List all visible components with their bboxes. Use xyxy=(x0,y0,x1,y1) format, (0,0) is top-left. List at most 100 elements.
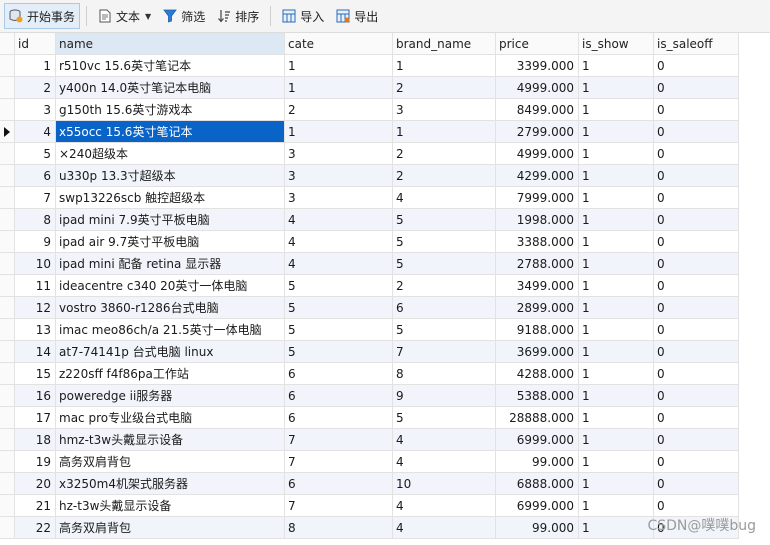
row-indicator[interactable] xyxy=(0,187,15,209)
column-header-is-saleoff[interactable]: is_saleoff xyxy=(654,33,739,55)
cell-cate[interactable]: 3 xyxy=(285,187,393,209)
row-indicator[interactable] xyxy=(0,275,15,297)
cell-is-show[interactable]: 1 xyxy=(579,363,654,385)
cell-is-saleoff[interactable]: 0 xyxy=(654,187,739,209)
row-indicator[interactable] xyxy=(0,55,15,77)
cell-id[interactable]: 17 xyxy=(15,407,56,429)
row-indicator[interactable] xyxy=(0,165,15,187)
cell-brand-name[interactable]: 2 xyxy=(393,77,496,99)
cell-brand-name[interactable]: 5 xyxy=(393,253,496,275)
cell-cate[interactable]: 6 xyxy=(285,363,393,385)
row-indicator[interactable] xyxy=(0,77,15,99)
table-row[interactable]: 12 vostro 3860-r1286台式电脑 5 6 2899.000 1 0 xyxy=(0,297,740,319)
cell-is-saleoff[interactable]: 0 xyxy=(654,495,739,517)
table-row[interactable]: 13 imac meo86ch/a 21.5英寸一体电脑 5 5 9188.000 1 0 xyxy=(0,319,740,341)
cell-brand-name[interactable]: 2 xyxy=(393,275,496,297)
row-indicator[interactable] xyxy=(0,319,15,341)
cell-name[interactable]: y400n 14.0英寸笔记本电脑 xyxy=(56,77,285,99)
table-row[interactable]: 16 poweredge ii服务器 6 9 5388.000 1 0 xyxy=(0,385,740,407)
cell-cate[interactable]: 5 xyxy=(285,275,393,297)
cell-is-show[interactable]: 1 xyxy=(579,209,654,231)
cell-name[interactable]: r510vc 15.6英寸笔记本 xyxy=(56,55,285,77)
cell-cate[interactable]: 2 xyxy=(285,99,393,121)
cell-is-show[interactable]: 1 xyxy=(579,319,654,341)
cell-is-show[interactable]: 1 xyxy=(579,275,654,297)
row-indicator[interactable] xyxy=(0,473,15,495)
cell-is-saleoff[interactable]: 0 xyxy=(654,341,739,363)
cell-price[interactable]: 8499.000 xyxy=(496,99,579,121)
cell-id[interactable]: 5 xyxy=(15,143,56,165)
cell-is-show[interactable]: 1 xyxy=(579,253,654,275)
column-header-id[interactable]: id xyxy=(15,33,56,55)
cell-name[interactable]: poweredge ii服务器 xyxy=(56,385,285,407)
cell-cate[interactable]: 3 xyxy=(285,165,393,187)
cell-price[interactable]: 5388.000 xyxy=(496,385,579,407)
cell-price[interactable]: 6999.000 xyxy=(496,495,579,517)
cell-is-saleoff[interactable]: 0 xyxy=(654,209,739,231)
cell-id[interactable]: 14 xyxy=(15,341,56,363)
cell-is-saleoff[interactable]: 0 xyxy=(654,121,739,143)
table-row[interactable]: 18 hmz-t3w头戴显示设备 7 4 6999.000 1 0 xyxy=(0,429,740,451)
cell-name[interactable]: hmz-t3w头戴显示设备 xyxy=(56,429,285,451)
cell-cate[interactable]: 5 xyxy=(285,297,393,319)
cell-is-saleoff[interactable]: 0 xyxy=(654,143,739,165)
cell-brand-name[interactable]: 6 xyxy=(393,297,496,319)
cell-brand-name[interactable]: 4 xyxy=(393,517,496,539)
cell-is-saleoff[interactable]: 0 xyxy=(654,99,739,121)
cell-name[interactable]: at7-74141p 台式电脑 linux xyxy=(56,341,285,363)
cell-is-saleoff[interactable]: 0 xyxy=(654,55,739,77)
export-button[interactable]: 导出 xyxy=(331,3,383,29)
cell-cate[interactable]: 7 xyxy=(285,429,393,451)
cell-brand-name[interactable]: 5 xyxy=(393,319,496,341)
cell-brand-name[interactable]: 1 xyxy=(393,121,496,143)
cell-price[interactable]: 6999.000 xyxy=(496,429,579,451)
column-header-is-show[interactable]: is_show xyxy=(579,33,654,55)
cell-price[interactable]: 3499.000 xyxy=(496,275,579,297)
cell-is-show[interactable]: 1 xyxy=(579,297,654,319)
cell-id[interactable]: 21 xyxy=(15,495,56,517)
table-row[interactable]: 20 x3250m4机架式服务器 6 10 6888.000 1 0 xyxy=(0,473,740,495)
cell-is-saleoff[interactable]: 0 xyxy=(654,451,739,473)
cell-id[interactable]: 1 xyxy=(15,55,56,77)
cell-is-saleoff[interactable]: 0 xyxy=(654,407,739,429)
cell-cate[interactable]: 5 xyxy=(285,341,393,363)
cell-is-saleoff[interactable]: 0 xyxy=(654,165,739,187)
row-indicator[interactable] xyxy=(0,407,15,429)
chevron-down-icon[interactable]: ▼ xyxy=(145,12,151,21)
cell-price[interactable]: 7999.000 xyxy=(496,187,579,209)
cell-name[interactable]: ipad mini 配备 retina 显示器 xyxy=(56,253,285,275)
table-row[interactable]: 6 u330p 13.3寸超级本 3 2 4299.000 1 0 xyxy=(0,165,740,187)
cell-cate[interactable]: 7 xyxy=(285,451,393,473)
table-row[interactable]: 9 ipad air 9.7英寸平板电脑 4 5 3388.000 1 0 xyxy=(0,231,740,253)
row-indicator[interactable] xyxy=(0,495,15,517)
cell-is-saleoff[interactable]: 0 xyxy=(654,385,739,407)
row-indicator[interactable] xyxy=(0,253,15,275)
cell-cate[interactable]: 1 xyxy=(285,121,393,143)
column-header-cate[interactable]: cate xyxy=(285,33,393,55)
cell-brand-name[interactable]: 8 xyxy=(393,363,496,385)
column-header-price[interactable]: price xyxy=(496,33,579,55)
cell-is-show[interactable]: 1 xyxy=(579,77,654,99)
cell-is-saleoff[interactable]: 0 xyxy=(654,297,739,319)
cell-name[interactable]: 高务双肩背包 xyxy=(56,517,285,539)
data-grid[interactable]: id name cate brand_name price is_show is… xyxy=(0,33,770,545)
cell-is-show[interactable]: 1 xyxy=(579,407,654,429)
cell-price[interactable]: 4999.000 xyxy=(496,77,579,99)
cell-brand-name[interactable]: 1 xyxy=(393,55,496,77)
row-indicator[interactable] xyxy=(0,121,15,143)
cell-id[interactable]: 10 xyxy=(15,253,56,275)
cell-cate[interactable]: 6 xyxy=(285,407,393,429)
table-row[interactable]: 4 x55occ 15.6英寸笔记本 1 1 2799.000 1 0 xyxy=(0,121,740,143)
row-indicator[interactable] xyxy=(0,99,15,121)
cell-id[interactable]: 19 xyxy=(15,451,56,473)
cell-price[interactable]: 3399.000 xyxy=(496,55,579,77)
cell-cate[interactable]: 7 xyxy=(285,495,393,517)
cell-brand-name[interactable]: 4 xyxy=(393,187,496,209)
row-indicator[interactable] xyxy=(0,429,15,451)
cell-brand-name[interactable]: 7 xyxy=(393,341,496,363)
cell-id[interactable]: 8 xyxy=(15,209,56,231)
cell-name[interactable]: swp13226scb 触控超级本 xyxy=(56,187,285,209)
table-row[interactable]: 1 r510vc 15.6英寸笔记本 1 1 3399.000 1 0 xyxy=(0,55,740,77)
cell-is-show[interactable]: 1 xyxy=(579,385,654,407)
cell-brand-name[interactable]: 4 xyxy=(393,429,496,451)
